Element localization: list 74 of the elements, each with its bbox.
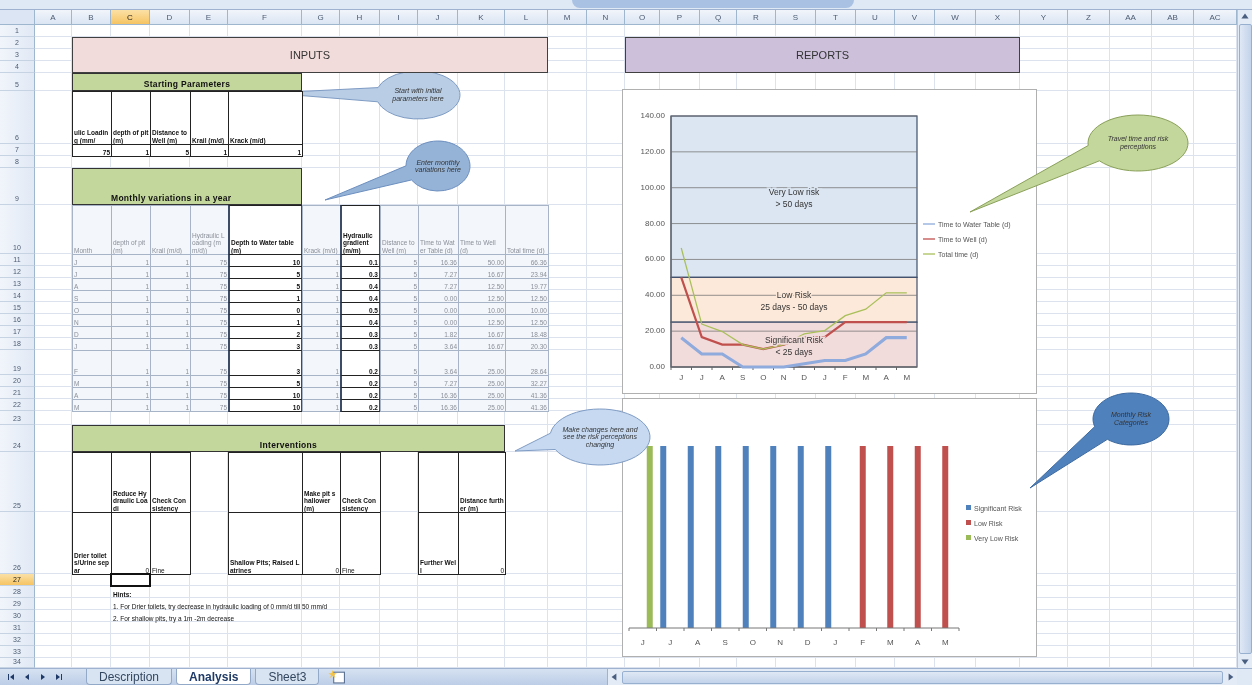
axis-label: O bbox=[760, 373, 767, 382]
column-header[interactable]: AB bbox=[1152, 10, 1194, 25]
axis-label: 40.00 bbox=[644, 290, 665, 300]
column-header[interactable]: E bbox=[190, 10, 228, 25]
band-label: Very Low risk bbox=[768, 186, 820, 197]
axis-label: M bbox=[862, 373, 870, 382]
section-banner: REPORTS bbox=[625, 37, 1020, 73]
column-header[interactable]: O bbox=[625, 10, 660, 25]
column-header[interactable]: G bbox=[302, 10, 340, 25]
axis-label: J bbox=[640, 638, 645, 647]
axis-label: N bbox=[777, 638, 784, 647]
column-header[interactable]: R bbox=[737, 10, 776, 25]
column-header[interactable]: H bbox=[340, 10, 380, 25]
table-title: Monthly variations in a year bbox=[72, 168, 302, 205]
column-header[interactable]: Q bbox=[700, 10, 737, 25]
column-header[interactable]: J bbox=[418, 10, 458, 25]
column-header[interactable]: L bbox=[505, 10, 548, 25]
axis-label: D bbox=[801, 373, 808, 382]
axis-label: A bbox=[883, 373, 889, 382]
axis-label: F bbox=[860, 638, 866, 647]
axis-label: A bbox=[719, 373, 725, 382]
axis-label: 20.00 bbox=[644, 326, 665, 336]
axis-label: A bbox=[915, 638, 921, 647]
column-header[interactable]: T bbox=[816, 10, 856, 25]
column-header[interactable]: P bbox=[660, 10, 700, 25]
axis-label: S bbox=[740, 373, 746, 382]
axis-label: J bbox=[822, 373, 827, 382]
axis-label: S bbox=[722, 638, 728, 647]
column-header[interactable]: I bbox=[380, 10, 418, 25]
axis-label: M bbox=[886, 638, 894, 647]
axis-label: A bbox=[695, 638, 701, 647]
axis-label: J bbox=[679, 373, 684, 382]
axis-label: M bbox=[903, 373, 911, 382]
band-label: > 50 days bbox=[775, 198, 813, 209]
column-header[interactable]: Z bbox=[1068, 10, 1110, 25]
sheet-tab[interactable]: Analysis bbox=[176, 669, 252, 685]
column-header[interactable]: B bbox=[72, 10, 111, 25]
column-header[interactable]: K bbox=[458, 10, 505, 25]
axis-label: N bbox=[780, 373, 787, 382]
sheet-tab[interactable]: Description bbox=[86, 669, 173, 685]
axis-label: O bbox=[749, 638, 756, 647]
axis-label: D bbox=[804, 638, 811, 647]
table-title: Interventions bbox=[72, 425, 505, 452]
band-label: 25 days - 50 days bbox=[760, 301, 828, 312]
column-header[interactable]: D bbox=[150, 10, 190, 25]
column-header[interactable]: S bbox=[776, 10, 816, 25]
column-header[interactable]: F bbox=[228, 10, 302, 25]
axis-label: 0.00 bbox=[649, 362, 665, 371]
axis-label: 140.00 bbox=[640, 111, 665, 120]
column-header[interactable]: W bbox=[935, 10, 976, 25]
column-header[interactable]: M bbox=[548, 10, 587, 25]
axis-label: 80.00 bbox=[644, 218, 665, 228]
column-header[interactable]: Y bbox=[1020, 10, 1068, 25]
column-header[interactable]: X bbox=[976, 10, 1020, 25]
axis-label: M bbox=[941, 638, 949, 647]
axis-label: J bbox=[699, 373, 704, 382]
band-label: Low Risk bbox=[776, 289, 812, 300]
section-banner: INPUTS bbox=[72, 37, 548, 73]
band-label: < 25 days bbox=[775, 346, 813, 357]
axis-label: 60.00 bbox=[644, 254, 665, 264]
axis-label: 100.00 bbox=[640, 182, 665, 192]
column-header[interactable]: C bbox=[111, 10, 150, 25]
axis-label: J bbox=[833, 638, 838, 647]
sheet-tab[interactable]: Sheet3 bbox=[255, 669, 320, 685]
column-header[interactable]: AC bbox=[1194, 10, 1237, 25]
axis-label: F bbox=[842, 373, 848, 382]
table-title: Starting Parameters bbox=[72, 73, 302, 91]
axis-label: 120.00 bbox=[640, 146, 665, 156]
column-header[interactable]: N bbox=[587, 10, 625, 25]
column-header[interactable]: U bbox=[856, 10, 895, 25]
column-header[interactable]: V bbox=[895, 10, 935, 25]
column-header[interactable]: AA bbox=[1110, 10, 1152, 25]
axis-label: J bbox=[668, 638, 673, 647]
column-header[interactable]: A bbox=[35, 10, 72, 25]
